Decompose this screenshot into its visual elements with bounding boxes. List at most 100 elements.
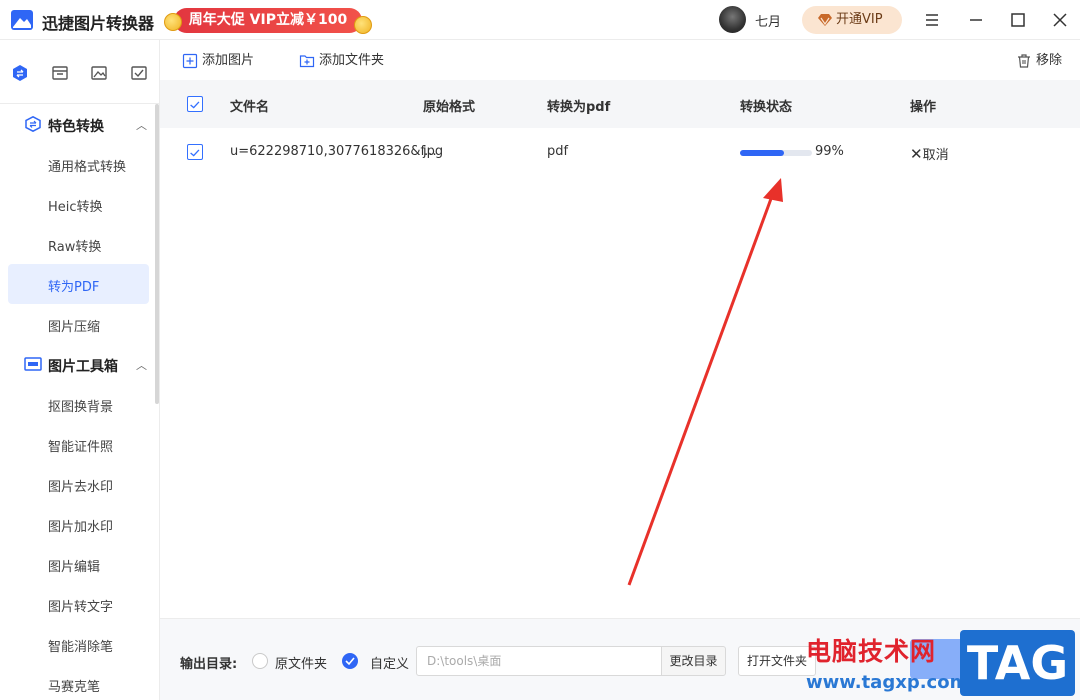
category-rail — [0, 40, 160, 104]
watermark-logo: TAG — [960, 630, 1075, 696]
vip-button-label: 开通VIP — [836, 12, 883, 27]
row-checkbox[interactable] — [187, 144, 203, 160]
add-image-icon — [182, 53, 198, 69]
sidebar-item-label: 智能消除笔 — [48, 640, 114, 655]
radio-custom-label[interactable]: 自定义 — [370, 653, 409, 672]
column-header-original-format: 原始格式 — [423, 100, 476, 115]
original-format: jpg — [423, 144, 444, 159]
change-directory-button[interactable]: 更改目录 — [661, 646, 726, 676]
sidebar-item-cutout[interactable]: 抠图换背景 — [8, 384, 149, 424]
column-header-filename: 文件名 — [230, 100, 270, 115]
sidebar-item-mosaic[interactable]: 马赛克笔 — [8, 664, 149, 700]
promo-text: 周年大促 VIP立减￥100 — [174, 8, 362, 33]
sidebar-item-to-pdf[interactable]: 转为PDF — [8, 264, 149, 304]
open-folder-button[interactable]: 打开文件夹 — [738, 646, 816, 676]
diamond-icon — [818, 14, 832, 26]
image-category-icon[interactable] — [90, 64, 108, 82]
sidebar-item-compress[interactable]: 图片压缩 — [8, 304, 149, 344]
remove-button[interactable]: 移除 — [1016, 52, 1062, 70]
sidebar-item-label: 图片加水印 — [48, 520, 114, 535]
check-icon — [190, 101, 200, 109]
sidebar-item-label: Raw转换 — [48, 240, 102, 255]
radio-original-folder[interactable] — [252, 653, 268, 669]
add-folder-icon — [299, 55, 315, 68]
radio-custom[interactable] — [342, 653, 358, 669]
progress-text: 99% — [815, 144, 844, 159]
sidebar-item-ocr[interactable]: 图片转文字 — [8, 584, 149, 624]
sidebar-item-remove-watermark[interactable]: 图片去水印 — [8, 464, 149, 504]
check-icon — [190, 149, 200, 157]
sidebar-item-heic[interactable]: Heic转换 — [8, 184, 149, 224]
sidebar-item-label: 通用格式转换 — [48, 160, 127, 175]
sidebar-item-id-photo[interactable]: 智能证件照 — [8, 424, 149, 464]
title-bar: 迅捷图片转换器 周年大促 VIP立减￥100 七月 开通VIP — [0, 0, 1080, 40]
sidebar-item-add-watermark[interactable]: 图片加水印 — [8, 504, 149, 544]
remove-label: 移除 — [1036, 53, 1063, 68]
sidebar-group-special[interactable]: 特色转换 ︿ — [0, 104, 155, 144]
sidebar-item-label: 抠图换背景 — [48, 400, 114, 415]
close-icon: ✕ — [910, 145, 923, 163]
app-title: 迅捷图片转换器 — [42, 14, 155, 33]
toolbox-category-icon[interactable] — [51, 64, 69, 82]
progress-bar-fill — [740, 150, 785, 156]
sidebar-item-label: Heic转换 — [48, 200, 103, 215]
sidebar: 特色转换 ︿ 通用格式转换 Heic转换 Raw转换 转为PDF 图片压缩 图片… — [0, 104, 160, 700]
table-header: 文件名 原始格式 转换为pdf 转换状态 操作 — [160, 80, 1080, 128]
sidebar-item-general[interactable]: 通用格式转换 — [8, 144, 149, 184]
check-category-icon[interactable] — [130, 64, 148, 82]
add-image-button[interactable]: 添加图片 — [182, 52, 254, 70]
chevron-up-icon: ︿ — [136, 119, 147, 132]
arrow-head — [763, 178, 783, 202]
coin-icon — [164, 13, 182, 31]
cancel-button[interactable]: ✕取消 — [910, 144, 949, 163]
toolbar: 添加图片 添加文件夹 移除 — [160, 40, 1080, 80]
target-format: pdf — [547, 144, 569, 159]
check-icon — [345, 657, 355, 666]
watermark-text: 电脑技术网 — [806, 637, 937, 666]
maximize-icon[interactable] — [1008, 10, 1028, 30]
watermark-url: www.tagxp.com — [806, 672, 969, 693]
toolbox-icon — [24, 357, 42, 371]
radio-original-folder-label[interactable]: 原文件夹 — [275, 653, 327, 672]
convert-category-icon[interactable] — [11, 64, 29, 82]
sidebar-group-label: 图片工具箱 — [48, 359, 118, 375]
menu-icon[interactable] — [922, 10, 942, 30]
minimize-icon[interactable] — [966, 10, 986, 30]
output-path-field[interactable]: D:\tools\桌面 — [416, 646, 662, 676]
sidebar-scrollbar[interactable] — [155, 104, 159, 404]
cancel-label: 取消 — [922, 148, 949, 163]
file-name: u=622298710,3077618326&f... — [230, 144, 437, 159]
column-header-action: 操作 — [910, 100, 937, 115]
progress-bar — [740, 150, 812, 156]
add-folder-label: 添加文件夹 — [319, 53, 385, 68]
avatar[interactable] — [719, 6, 746, 33]
sidebar-group-toolbox[interactable]: 图片工具箱 ︿ — [0, 344, 155, 384]
app-logo-icon — [11, 10, 33, 30]
chevron-up-icon: ︿ — [136, 359, 147, 372]
arrow-shaft — [627, 195, 774, 586]
close-icon[interactable] — [1050, 10, 1070, 30]
add-image-label: 添加图片 — [202, 53, 255, 68]
sidebar-item-label: 转为PDF — [48, 280, 100, 295]
table-row[interactable]: u=622298710,3077618326&f... jpg pdf 99% … — [160, 128, 1080, 176]
add-folder-button[interactable]: 添加文件夹 — [299, 52, 384, 70]
sidebar-item-label: 智能证件照 — [48, 440, 114, 455]
sidebar-item-label: 图片压缩 — [48, 320, 101, 335]
swap-icon — [25, 116, 41, 132]
trash-icon — [1018, 54, 1030, 68]
select-all-checkbox[interactable] — [187, 96, 203, 112]
coin-icon — [354, 16, 372, 34]
sidebar-group-label: 特色转换 — [48, 119, 104, 135]
column-header-target-format: 转换为pdf — [547, 100, 611, 115]
sidebar-item-label: 图片转文字 — [48, 600, 114, 615]
promo-banner[interactable]: 周年大促 VIP立减￥100 — [164, 8, 372, 35]
watermark-tag: TAG — [966, 636, 1069, 690]
app-window: 迅捷图片转换器 周年大促 VIP立减￥100 七月 开通VIP 特色转换 ︿ 通… — [0, 0, 1080, 700]
username[interactable]: 七月 — [755, 11, 781, 30]
sidebar-item-raw[interactable]: Raw转换 — [8, 224, 149, 264]
sidebar-item-edit[interactable]: 图片编辑 — [8, 544, 149, 584]
open-vip-button[interactable]: 开通VIP — [802, 6, 902, 34]
sidebar-item-eraser[interactable]: 智能消除笔 — [8, 624, 149, 664]
sidebar-item-label: 马赛克笔 — [48, 680, 101, 695]
sidebar-item-label: 图片去水印 — [48, 480, 114, 495]
